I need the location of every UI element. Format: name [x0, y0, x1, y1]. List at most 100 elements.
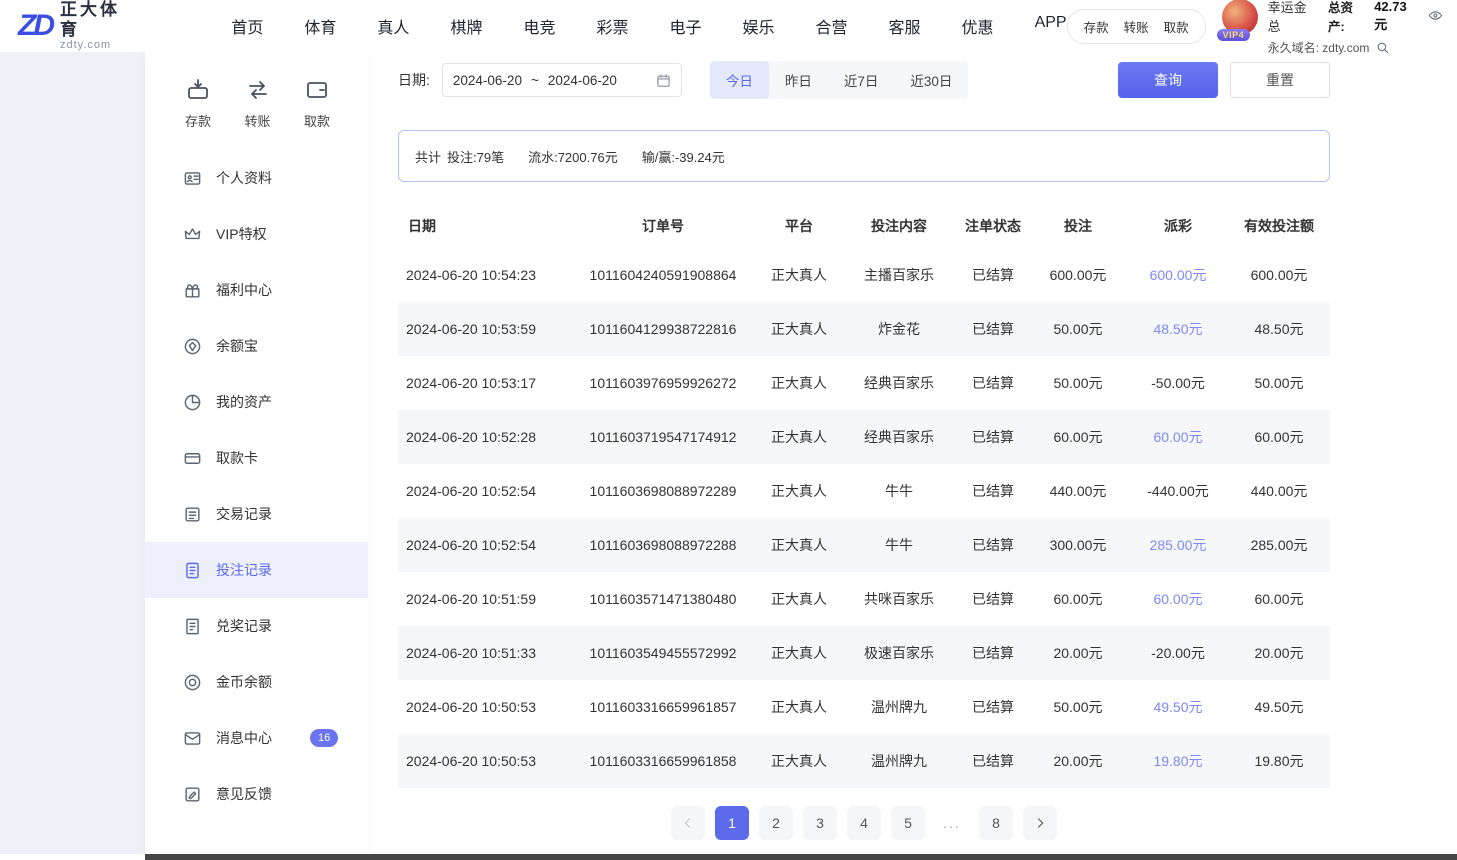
filter-row: 日期: 2024-06-20 ~ 2024-06-20 今日昨日近7日近30日 …	[398, 62, 1330, 98]
cell-platform: 正大真人	[758, 535, 840, 555]
sidebar-item[interactable]: 余额宝	[145, 318, 368, 374]
nav-item[interactable]: 电竞	[523, 14, 555, 38]
bet-record-icon	[183, 561, 202, 580]
bet-records-panel: 日期: 2024-06-20 ~ 2024-06-20 今日昨日近7日近30日 …	[398, 62, 1330, 840]
table-row: 2024-06-20 10:51:59 1011603571471380480 …	[398, 572, 1330, 626]
vip-badge: VIP4	[1217, 29, 1251, 41]
assets-label: 总资产:	[1328, 0, 1369, 35]
nav-item[interactable]: 首页	[231, 14, 263, 38]
column-header: 日期	[398, 216, 568, 236]
range-button[interactable]: 近7日	[828, 61, 895, 99]
column-header: 投注	[1028, 216, 1128, 236]
page-button[interactable]: 2	[759, 806, 793, 840]
cell-bet-amount: 50.00元	[1028, 697, 1128, 717]
cell-status: 已结算	[958, 697, 1028, 717]
page-button[interactable]: 1	[715, 806, 749, 840]
message-icon	[183, 729, 202, 748]
page-button[interactable]: 3	[803, 806, 837, 840]
reset-button[interactable]: 重置	[1230, 62, 1330, 98]
cell-bet-amount: 20.00元	[1028, 751, 1128, 771]
search-button[interactable]: 查询	[1118, 62, 1218, 98]
quick-action[interactable]: 转账	[235, 78, 281, 130]
sidebar-item[interactable]: 个人资料	[145, 150, 368, 206]
nav-item[interactable]: 客服	[889, 14, 921, 38]
nav-item[interactable]: APP	[1035, 14, 1067, 38]
sidebar-item[interactable]: 福利中心	[145, 262, 368, 318]
quick-action[interactable]: 存款	[175, 78, 221, 130]
wallet-action-button[interactable]: 存款	[1084, 17, 1109, 36]
summary-part: 流水:7200.76元	[528, 150, 618, 165]
cell-platform: 正大真人	[758, 265, 840, 285]
summary-box: 共计 投注:79笔流水:7200.76元输/赢:-39.24元	[398, 130, 1330, 182]
column-header: 注单状态	[958, 216, 1028, 236]
wallet-actions: 存款转账取款	[1067, 9, 1206, 44]
redeem-icon	[183, 617, 202, 636]
cell-valid-amount: 60.00元	[1228, 589, 1330, 609]
nav-item[interactable]: 真人	[377, 14, 409, 38]
cell-bet-content: 经典百家乐	[840, 427, 958, 447]
sidebar-item[interactable]: 意见反馈	[145, 766, 368, 822]
nav-item[interactable]: 优惠	[962, 14, 994, 38]
chevron-left-icon[interactable]	[671, 806, 705, 840]
table-row: 2024-06-20 10:52:54 1011603698088972288 …	[398, 518, 1330, 572]
sidebar-item[interactable]: VIP特权	[145, 206, 368, 262]
date-to[interactable]: 2024-06-20	[548, 73, 617, 88]
assets-icon	[183, 393, 202, 412]
nav-item[interactable]: 棋牌	[450, 14, 482, 38]
cell-date: 2024-06-20 10:50:53	[398, 699, 568, 715]
calendar-icon[interactable]	[656, 73, 671, 88]
quick-action[interactable]: 取款	[294, 78, 340, 130]
nav-item[interactable]: 娱乐	[743, 14, 775, 38]
cell-bet-amount: 50.00元	[1028, 373, 1128, 393]
date-from[interactable]: 2024-06-20	[453, 73, 522, 88]
range-button[interactable]: 近30日	[894, 61, 968, 99]
horizontal-scrollbar[interactable]	[145, 854, 1457, 860]
nav-item[interactable]: 彩票	[596, 14, 628, 38]
cell-payout: 60.00元	[1128, 589, 1228, 609]
range-button[interactable]: 今日	[710, 61, 769, 99]
cell-date: 2024-06-20 10:53:17	[398, 375, 568, 391]
page-button[interactable]: 5	[891, 806, 925, 840]
cell-date: 2024-06-20 10:51:59	[398, 591, 568, 607]
ellipsis: ...	[935, 806, 969, 840]
sidebar-item[interactable]: 投注记录	[145, 542, 368, 598]
cell-date: 2024-06-20 10:51:33	[398, 645, 568, 661]
summary-part: 输/赢:-39.24元	[642, 150, 725, 165]
table-row: 2024-06-20 10:53:17 1011603976959926272 …	[398, 356, 1330, 410]
cell-status: 已结算	[958, 319, 1028, 339]
nav-item[interactable]: 合营	[816, 14, 848, 38]
wallet-action-button[interactable]: 取款	[1164, 17, 1189, 36]
nav-item[interactable]: 电子	[669, 14, 701, 38]
eye-icon[interactable]	[1428, 8, 1443, 23]
date-label: 日期:	[398, 70, 430, 90]
cell-valid-amount: 48.50元	[1228, 319, 1330, 339]
range-button[interactable]: 昨日	[769, 61, 828, 99]
table-row: 2024-06-20 10:53:59 1011604129938722816 …	[398, 302, 1330, 356]
page-button[interactable]: 4	[847, 806, 881, 840]
sidebar-item[interactable]: 我的资产	[145, 374, 368, 430]
cell-valid-amount: 50.00元	[1228, 373, 1330, 393]
brand-name: 正大体育	[60, 0, 139, 39]
cell-valid-amount: 19.80元	[1228, 751, 1330, 771]
cell-platform: 正大真人	[758, 481, 840, 501]
chevron-right-icon[interactable]	[1023, 806, 1057, 840]
cell-bet-amount: 60.00元	[1028, 589, 1128, 609]
sidebar-item[interactable]: 取款卡	[145, 430, 368, 486]
sidebar-item[interactable]: 金币余额	[145, 654, 368, 710]
sidebar-item[interactable]: 交易记录	[145, 486, 368, 542]
sidebar-item[interactable]: 兑奖记录	[145, 598, 368, 654]
search-icon[interactable]	[1375, 40, 1390, 55]
cell-order-no: 1011603698088972289	[568, 483, 758, 499]
cell-bet-content: 牛牛	[840, 481, 958, 501]
cell-platform: 正大真人	[758, 643, 840, 663]
cell-bet-amount: 600.00元	[1028, 265, 1128, 285]
cell-bet-amount: 60.00元	[1028, 427, 1128, 447]
nav-item[interactable]: 体育	[304, 14, 336, 38]
yuebao-icon	[183, 337, 202, 356]
transaction-icon	[183, 505, 202, 524]
brand-logo[interactable]: ZD 正大体育 zdty.com	[18, 0, 139, 52]
date-range-picker[interactable]: 2024-06-20 ~ 2024-06-20	[442, 63, 682, 97]
sidebar-item[interactable]: 消息中心 16	[145, 710, 368, 766]
page-button[interactable]: 8	[979, 806, 1013, 840]
wallet-action-button[interactable]: 转账	[1124, 17, 1149, 36]
